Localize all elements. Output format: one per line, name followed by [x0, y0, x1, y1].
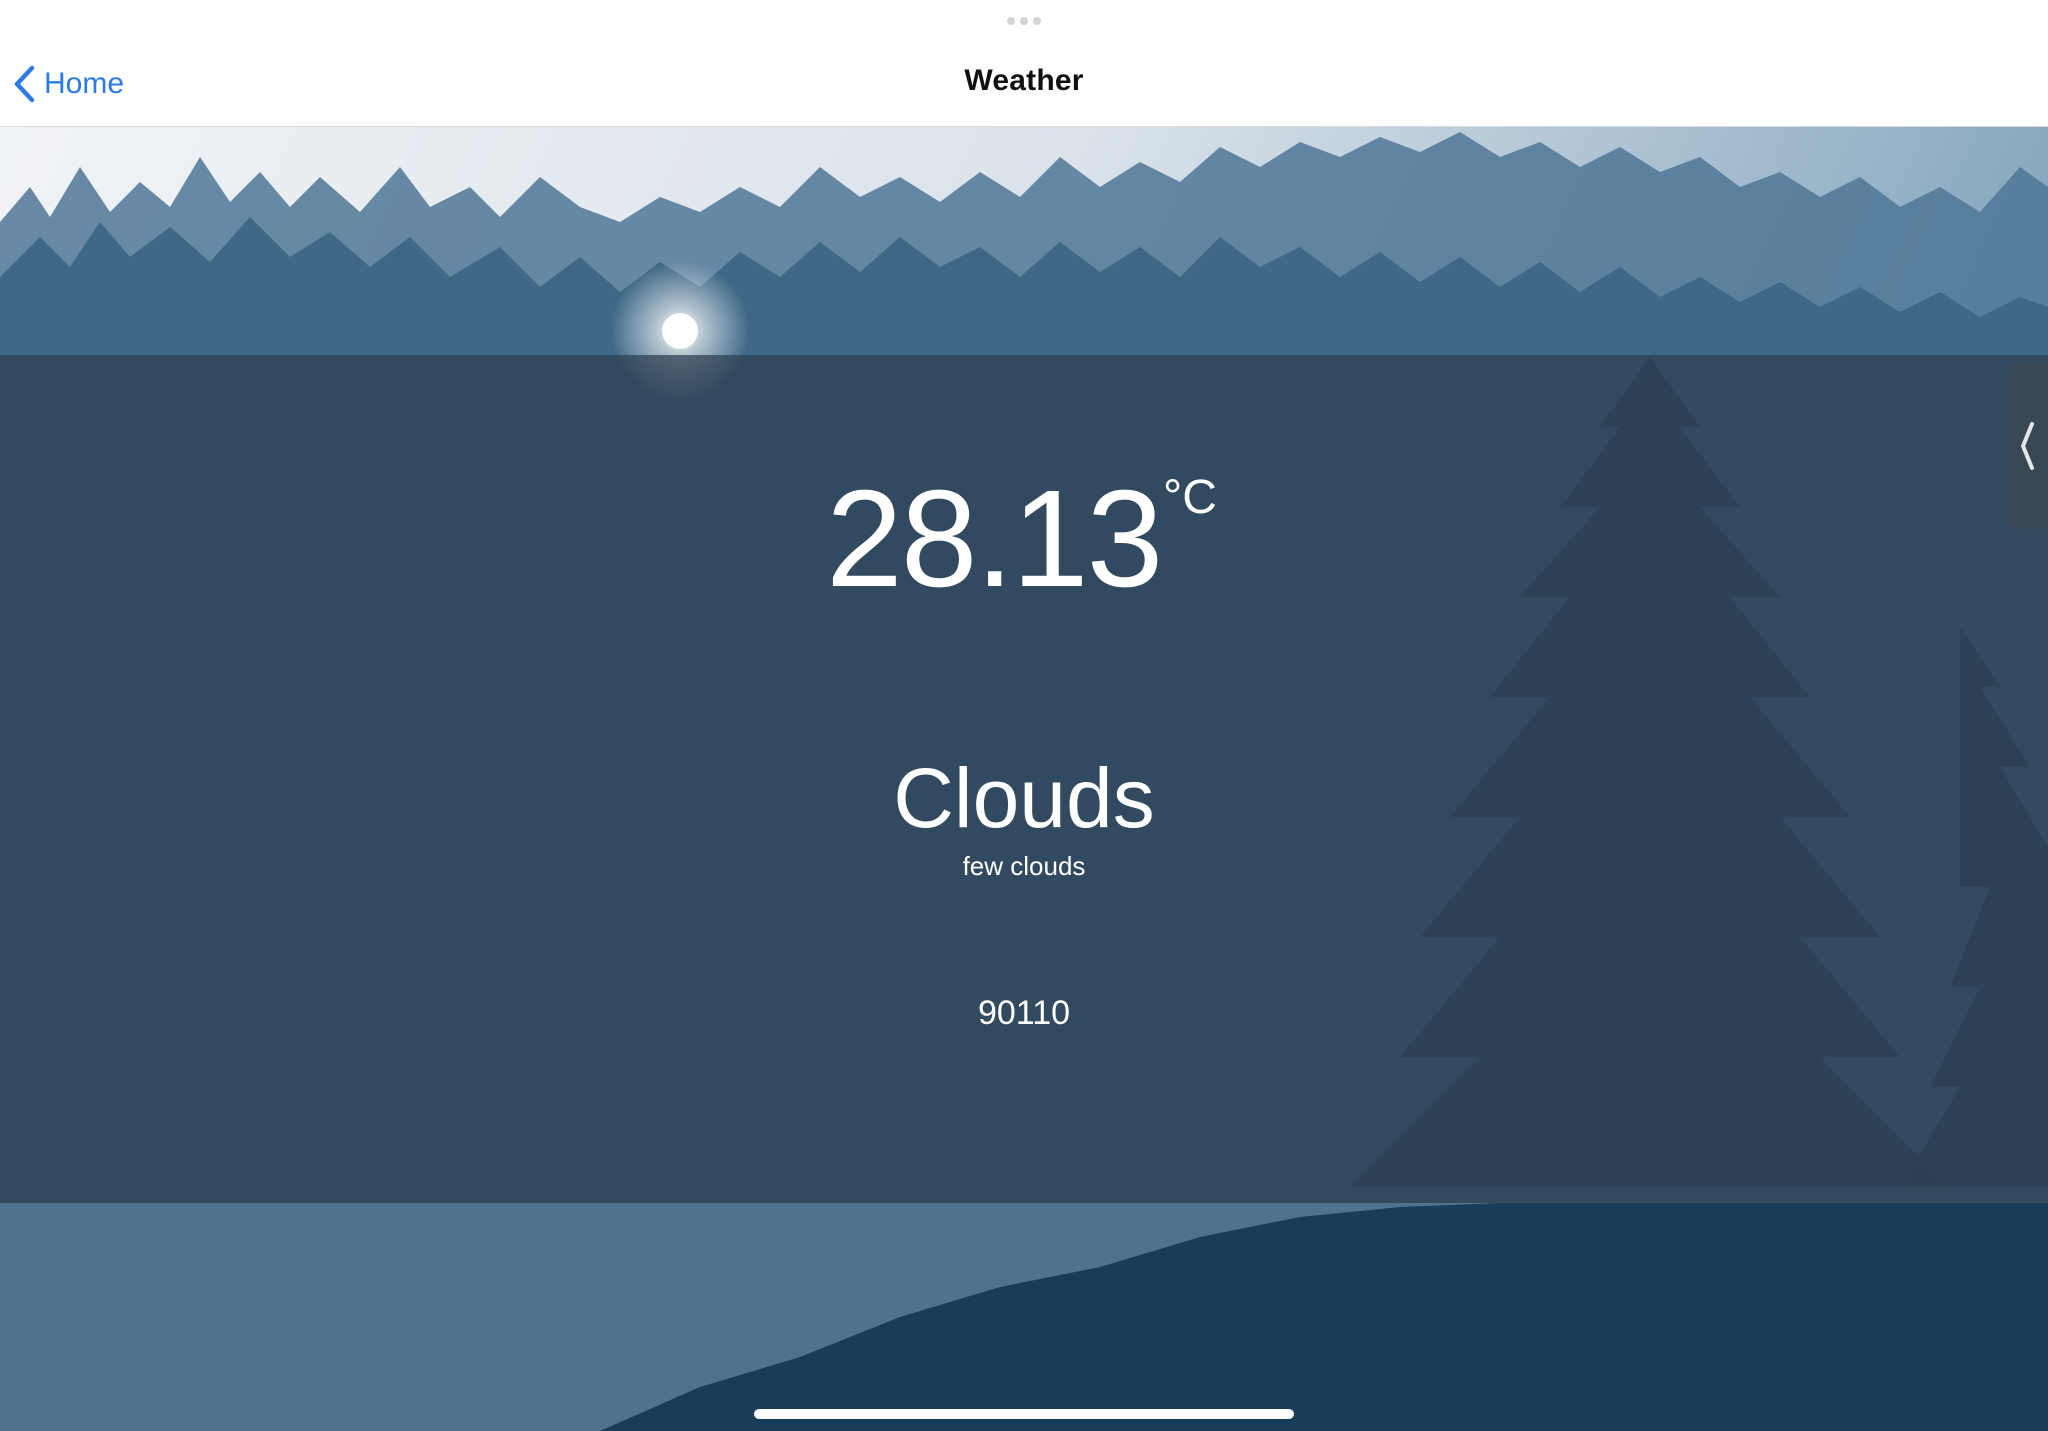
temperature-value: 28.13: [826, 462, 1163, 616]
temperature-unit: °C: [1163, 471, 1217, 524]
page-title: Weather: [964, 64, 1084, 97]
slide-over-handle[interactable]: [2006, 363, 2048, 529]
home-indicator[interactable]: [754, 1409, 1294, 1419]
dot: [1033, 17, 1041, 25]
dot: [1007, 17, 1015, 25]
weather-description: few clouds: [962, 851, 1086, 881]
dot: [1020, 17, 1028, 25]
navigation-bar: Home Weather: [0, 0, 2048, 127]
multitasking-ellipsis-icon[interactable]: [1006, 16, 1042, 26]
zip-code: 90110: [977, 994, 1071, 1032]
weather-condition: Clouds: [893, 751, 1155, 845]
